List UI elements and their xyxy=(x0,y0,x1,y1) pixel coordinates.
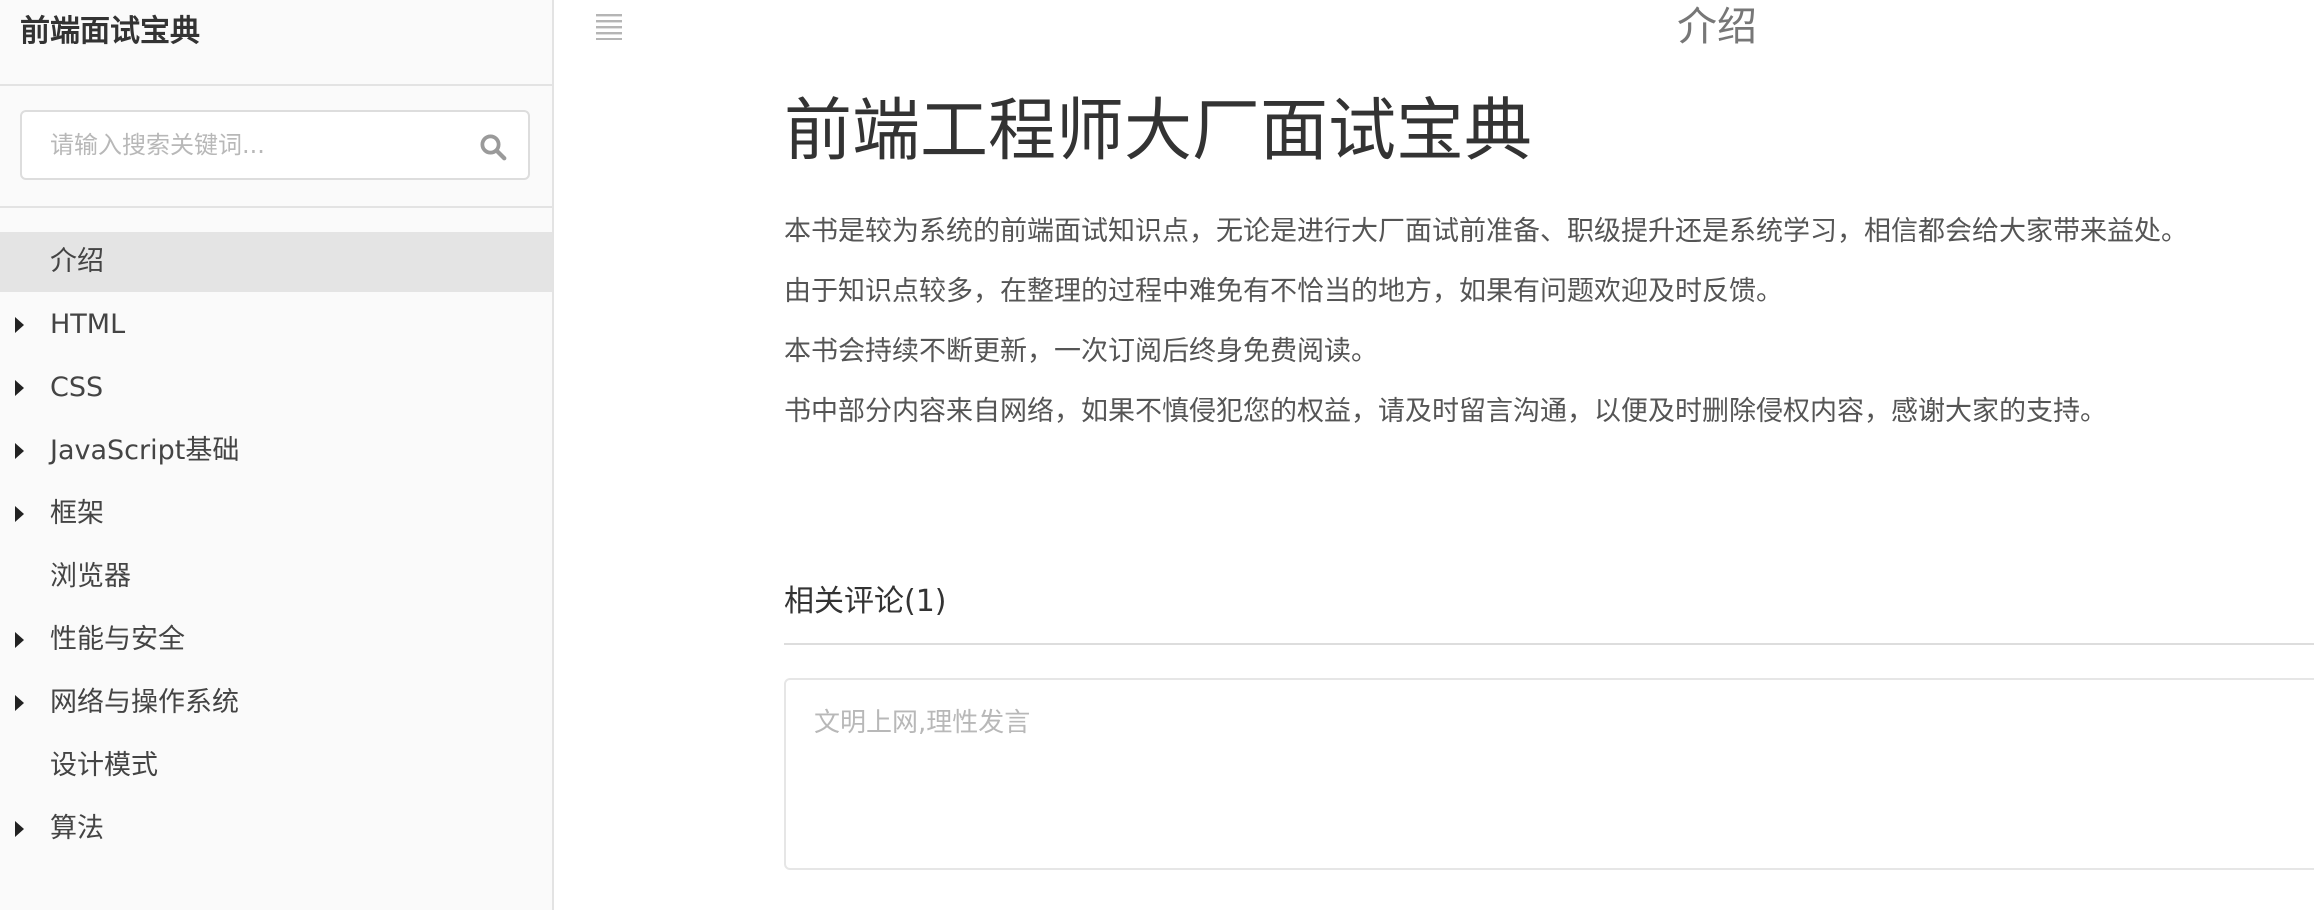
search-box xyxy=(20,110,530,180)
sidebar: 前端面试宝典 介绍 HTML CSS xyxy=(0,0,554,910)
toc-item-label: 性能与安全 xyxy=(50,624,185,655)
toc-item-label: 网络与操作系统 xyxy=(50,687,239,718)
search-icon[interactable] xyxy=(478,132,508,162)
expand-caret-icon[interactable] xyxy=(15,317,24,333)
article-title: 前端工程师大厂面试宝典 xyxy=(784,92,1533,171)
toc-item-browser[interactable]: 浏览器 xyxy=(0,547,552,607)
toc-item-design-patterns[interactable]: 设计模式 xyxy=(0,736,552,796)
comments-heading: 相关评论(1) xyxy=(784,584,947,619)
app-root: 前端面试宝典 介绍 HTML CSS xyxy=(0,0,2314,910)
toc-item-label: 浏览器 xyxy=(50,561,131,592)
toc-item-intro[interactable]: 介绍 xyxy=(0,232,552,292)
toc-item-performance-security[interactable]: 性能与安全 xyxy=(0,610,552,670)
toc-item-framework[interactable]: 框架 xyxy=(0,484,552,544)
expand-caret-icon[interactable] xyxy=(15,821,24,837)
article-paragraph: 本书是较为系统的前端面试知识点，无论是进行大厂面试前准备、职级提升还是系统学习，… xyxy=(784,216,2188,247)
article-paragraph: 由于知识点较多，在整理的过程中难免有不恰当的地方，如果有问题欢迎及时反馈。 xyxy=(784,276,1783,307)
toc-item-label: 介绍 xyxy=(50,246,104,277)
search-section xyxy=(0,86,552,208)
expand-caret-icon[interactable] xyxy=(15,695,24,711)
expand-caret-icon[interactable] xyxy=(15,443,24,459)
toc-item-network-os[interactable]: 网络与操作系统 xyxy=(0,673,552,733)
expand-caret-icon[interactable] xyxy=(15,632,24,648)
article-paragraph: 书中部分内容来自网络，如果不慎侵犯您的权益，请及时留言沟通，以便及时删除侵权内容… xyxy=(784,396,2107,427)
toc-item-label: JavaScript基础 xyxy=(50,435,240,466)
toc-item-html[interactable]: HTML xyxy=(0,295,552,355)
toc-item-algorithms[interactable]: 算法 xyxy=(0,799,552,859)
article-paragraph: 本书会持续不断更新，一次订阅后终身免费阅读。 xyxy=(784,336,1378,367)
comments-divider xyxy=(784,643,2314,645)
toc-item-css[interactable]: CSS xyxy=(0,358,552,418)
expand-caret-icon[interactable] xyxy=(15,380,24,396)
toc-item-label: CSS xyxy=(50,372,104,403)
book-title: 前端面试宝典 xyxy=(0,0,552,86)
toc-item-label: 算法 xyxy=(50,813,104,844)
toc-item-javascript[interactable]: JavaScript基础 xyxy=(0,421,552,481)
expand-caret-icon[interactable] xyxy=(15,506,24,522)
page-header-title: 介绍 xyxy=(1677,4,1757,50)
toc-item-label: 设计模式 xyxy=(50,750,158,781)
main-content: 介绍 前端工程师大厂面试宝典 本书是较为系统的前端面试知识点，无论是进行大厂面试… xyxy=(556,0,2314,910)
comment-input[interactable] xyxy=(784,678,2314,870)
toc-nav: 介绍 HTML CSS JavaScript基础 框架 浏览器 性能与安全 网络… xyxy=(0,208,552,859)
toc-item-label: 框架 xyxy=(50,498,104,529)
toc-item-label: HTML xyxy=(50,309,126,340)
search-input[interactable] xyxy=(22,112,462,178)
sidebar-toggle-icon[interactable] xyxy=(596,12,622,40)
